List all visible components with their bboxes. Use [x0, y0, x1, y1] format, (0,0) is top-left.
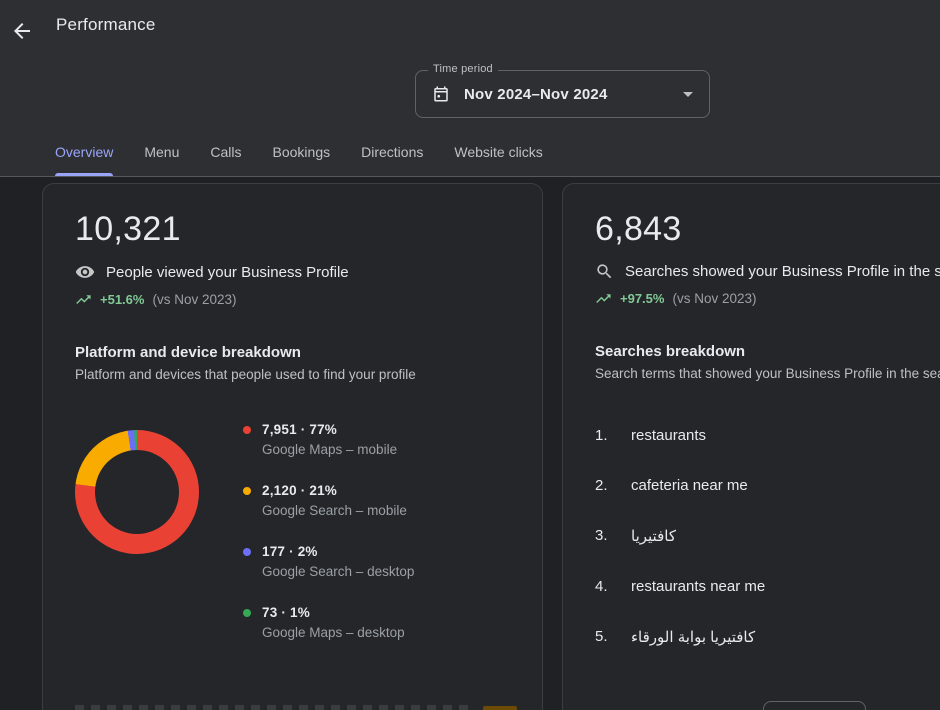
- search-term-row: 2. cafeteria near me: [595, 477, 940, 494]
- searches-metric-label: Searches showed your Business Profile in…: [625, 263, 940, 280]
- legend-value: 177 · 2%: [262, 544, 318, 559]
- searches-delta: +97.5%: [620, 291, 664, 306]
- term-text: كافتيريا بوابة الورقاء: [631, 628, 755, 646]
- tab-label: Website clicks: [454, 144, 542, 160]
- tab-bookings[interactable]: Bookings: [273, 132, 331, 176]
- searches-section-subtitle: Search terms that showed your Business P…: [595, 366, 940, 381]
- tab-calls[interactable]: Calls: [210, 132, 241, 176]
- views-card: 10,321 People viewed your Business Profi…: [42, 183, 543, 710]
- legend-item-maps-mobile: 7,951 · 77% Google Maps – mobile: [243, 422, 414, 457]
- tab-label: Calls: [210, 144, 241, 160]
- legend-value: 73 · 1%: [262, 605, 310, 620]
- tab-overview[interactable]: Overview: [55, 132, 113, 176]
- donut-chart: [75, 430, 199, 554]
- tab-directions[interactable]: Directions: [361, 132, 423, 176]
- search-terms-list: 1. restaurants 2. cafeteria near me 3. ك…: [595, 427, 940, 646]
- tab-menu[interactable]: Menu: [144, 132, 179, 176]
- search-term-row: 1. restaurants: [595, 427, 940, 444]
- legend-dot-blue: [243, 548, 251, 556]
- legend-value: 2,120 · 21%: [262, 483, 337, 498]
- search-icon: [595, 262, 614, 281]
- term-text: restaurants: [631, 427, 706, 444]
- term-text: cafeteria near me: [631, 477, 748, 494]
- legend-dot-green: [243, 609, 251, 617]
- tab-bar: Overview Menu Calls Bookings Directions …: [55, 132, 543, 176]
- tab-label: Overview: [55, 144, 113, 160]
- legend-item-search-desktop: 177 · 2% Google Search – desktop: [243, 544, 414, 579]
- legend-dot-orange: [243, 487, 251, 495]
- term-rank: 4.: [595, 578, 615, 595]
- views-metric-label: People viewed your Business Profile: [106, 264, 349, 281]
- search-term-row: 5. كافتيريا بوابة الورقاء: [595, 628, 940, 646]
- dropdown-caret-icon: [683, 92, 693, 97]
- time-period-value: Nov 2024–Nov 2024: [464, 86, 608, 103]
- term-text: restaurants near me: [631, 578, 765, 595]
- breakdown-section-subtitle: Platform and devices that people used to…: [75, 367, 510, 382]
- searches-section-title: Searches breakdown: [595, 343, 940, 360]
- legend-label: Google Maps – desktop: [262, 625, 414, 640]
- legend-item-maps-desktop: 73 · 1% Google Maps – desktop: [243, 605, 414, 640]
- tab-label: Bookings: [273, 144, 331, 160]
- donut-legend: 7,951 · 77% Google Maps – mobile 2,120 ·…: [243, 422, 414, 666]
- search-term-row: 4. restaurants near me: [595, 578, 940, 595]
- term-rank: 5.: [595, 628, 615, 646]
- tab-label: Menu: [144, 144, 179, 160]
- time-period-select[interactable]: Time period Nov 2024–Nov 2024: [415, 70, 710, 118]
- performance-screen: Performance Time period Nov 2024–Nov 202…: [0, 0, 940, 710]
- legend-label: Google Search – mobile: [262, 503, 414, 518]
- views-delta-context: (vs Nov 2023): [152, 292, 236, 307]
- legend-value: 7,951 · 77%: [262, 422, 337, 437]
- term-rank: 2.: [595, 477, 615, 494]
- legend-label: Google Search – desktop: [262, 564, 414, 579]
- searches-delta-context: (vs Nov 2023): [672, 291, 756, 306]
- cutoff-orange-artifact: [483, 706, 517, 710]
- page-title: Performance: [56, 15, 156, 35]
- breakdown-section-title: Platform and device breakdown: [75, 344, 510, 361]
- eye-icon: [75, 262, 95, 282]
- time-period-field-label: Time period: [428, 63, 498, 75]
- term-rank: 1.: [595, 427, 615, 444]
- term-rank: 3.: [595, 527, 615, 545]
- views-metric: 10,321: [75, 210, 510, 249]
- back-button[interactable]: [10, 13, 46, 49]
- cutoff-content-artifact: [75, 705, 475, 710]
- legend-item-search-mobile: 2,120 · 21% Google Search – mobile: [243, 483, 414, 518]
- trending-up-icon: [595, 290, 612, 307]
- legend-label: Google Maps – mobile: [262, 442, 414, 457]
- search-term-row: 3. كافتيريا: [595, 527, 940, 545]
- term-text: كافتيريا: [631, 527, 676, 545]
- active-tab-indicator: [55, 173, 113, 176]
- app-header: Performance Time period Nov 2024–Nov 202…: [0, 0, 940, 177]
- calendar-icon: [432, 85, 450, 103]
- trending-up-icon: [75, 291, 92, 308]
- views-delta: +51.6%: [100, 292, 144, 307]
- tab-label: Directions: [361, 144, 423, 160]
- see-more-button-partial[interactable]: [763, 701, 866, 710]
- legend-dot-red: [243, 426, 251, 434]
- searches-card: 6,843 Searches showed your Business Prof…: [562, 183, 940, 710]
- arrow-left-icon: [10, 19, 34, 43]
- tab-website-clicks[interactable]: Website clicks: [454, 132, 542, 176]
- overview-content: 10,321 People viewed your Business Profi…: [0, 177, 940, 710]
- searches-metric: 6,843: [595, 210, 940, 249]
